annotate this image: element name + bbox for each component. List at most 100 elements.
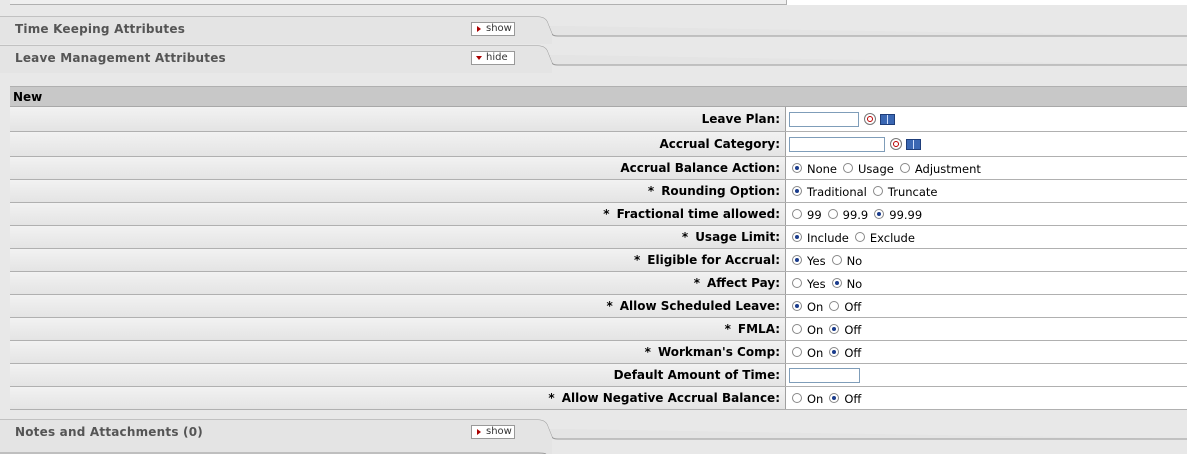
radio-option[interactable]: None [792, 160, 837, 176]
default-amount-input[interactable] [789, 367, 860, 383]
radio-option[interactable]: Off [829, 321, 861, 337]
radio-button[interactable] [792, 347, 802, 357]
label-text: Usage Limit: [695, 230, 780, 244]
radio-label: Off [844, 392, 862, 406]
label-text: Eligible for Accrual: [647, 253, 780, 267]
radio-label: Off [844, 323, 862, 337]
radio-option[interactable]: On [792, 321, 823, 337]
radio-option[interactable]: Adjustment [899, 160, 981, 176]
radio-button[interactable] [899, 163, 910, 173]
row-rounding-option: * Rounding Option: Traditional Truncate [10, 180, 1187, 203]
radio-button[interactable] [829, 347, 840, 357]
radio-label: None [807, 162, 838, 176]
radio-label: On [807, 346, 824, 360]
row-usage-limit: * Usage Limit: Include Exclude [10, 226, 1187, 249]
radio-button[interactable] [792, 278, 802, 288]
radio-button[interactable] [792, 255, 802, 265]
leave-plan-input[interactable] [789, 111, 859, 127]
workmans-comp-options: On Off [786, 341, 1187, 363]
radio-label: 99.99 [889, 208, 923, 222]
radio-option[interactable]: Yes [792, 275, 826, 291]
label-text: Rounding Option: [661, 184, 780, 198]
row-default-amount-of-time: Default Amount of Time: [10, 364, 1187, 387]
radio-button[interactable] [829, 301, 840, 311]
radio-button[interactable] [792, 209, 802, 219]
radio-button[interactable] [831, 278, 842, 288]
allow-scheduled-leave-options: On Off [786, 295, 1187, 317]
affect-pay-options: Yes No [786, 272, 1187, 294]
radio-button[interactable] [792, 324, 802, 334]
fractional-time-options: 99 99.9 99.99 [786, 203, 1187, 225]
radio-button[interactable] [854, 232, 865, 242]
radio-option[interactable]: Exclude [854, 229, 915, 245]
radio-button[interactable] [792, 163, 802, 173]
required-marker: * [634, 253, 641, 267]
allow-negative-label: * Allow Negative Accrual Balance: [10, 387, 786, 409]
row-workmans-comp: * Workman's Comp: On Off [10, 341, 1187, 364]
radio-label: Truncate [887, 185, 938, 199]
radio-option[interactable]: Include [792, 229, 849, 245]
show-button[interactable]: show [471, 22, 515, 36]
leave-plan-label: Leave Plan: [10, 107, 786, 131]
label-text: Allow Scheduled Leave: [619, 299, 780, 313]
show-button[interactable]: show [471, 425, 515, 439]
radio-label: Off [844, 346, 862, 360]
row-leave-plan: Leave Plan: [10, 107, 1187, 132]
radio-button[interactable] [827, 209, 838, 219]
fractional-time-label: * Fractional time allowed: [10, 203, 786, 225]
radio-button[interactable] [792, 393, 802, 403]
radio-option[interactable]: 99 [792, 206, 822, 222]
radio-label: No [846, 254, 863, 268]
radio-option[interactable]: Off [829, 344, 861, 360]
radio-button[interactable] [874, 209, 885, 219]
radio-option[interactable]: Off [829, 390, 861, 406]
search-icon[interactable] [890, 138, 902, 150]
radio-button[interactable] [829, 393, 840, 403]
row-fractional-time: * Fractional time allowed: 99 99.9 99.99 [10, 203, 1187, 226]
radio-option[interactable]: Off [829, 298, 861, 314]
radio-label: 99.9 [842, 208, 869, 222]
row-affect-pay: * Affect Pay: Yes No [10, 272, 1187, 295]
search-icon[interactable] [864, 113, 876, 125]
leave-management-section: New Leave Plan: Accrual Category: Accrua… [10, 86, 1187, 410]
radio-option[interactable]: No [831, 275, 862, 291]
tab-title: Leave Management Attributes [15, 51, 226, 65]
label-text: Accrual Category: [659, 137, 780, 151]
radio-option[interactable]: 99.99 [874, 206, 922, 222]
radio-option[interactable]: Yes [792, 252, 826, 268]
arrow-right-icon [477, 429, 481, 435]
radio-button[interactable] [792, 301, 802, 311]
eligible-for-accrual-options: Yes No [786, 249, 1187, 271]
radio-button[interactable] [843, 163, 854, 173]
label-text: Leave Plan: [701, 112, 780, 126]
radio-option[interactable]: On [792, 344, 823, 360]
accrual-category-input[interactable] [789, 136, 885, 152]
book-icon[interactable] [880, 113, 895, 125]
radio-option[interactable]: Usage [843, 160, 894, 176]
radio-button[interactable] [829, 324, 840, 334]
tab-notes-and-attachments: Notes and Attachments (0) show [0, 419, 1187, 454]
radio-label: Adjustment [914, 162, 981, 176]
radio-label: Exclude [869, 231, 915, 245]
radio-option[interactable]: On [792, 390, 823, 406]
radio-button[interactable] [831, 255, 842, 265]
radio-button[interactable] [792, 232, 802, 242]
radio-option[interactable]: 99.9 [827, 206, 869, 222]
radio-option[interactable]: No [831, 252, 863, 268]
required-marker: * [724, 322, 731, 336]
radio-button[interactable] [872, 186, 883, 196]
hide-button-label: hide [486, 52, 508, 63]
book-icon[interactable] [906, 138, 921, 150]
show-button-label: show [486, 23, 512, 34]
allow-scheduled-leave-label: * Allow Scheduled Leave: [10, 295, 786, 317]
affect-pay-label: * Affect Pay: [10, 272, 786, 294]
radio-option[interactable]: On [792, 298, 823, 314]
accrual-balance-action-label: Accrual Balance Action: [10, 157, 786, 179]
radio-option[interactable]: Traditional [792, 183, 867, 199]
radio-option[interactable]: Truncate [872, 183, 938, 199]
hide-button[interactable]: hide [471, 51, 515, 65]
radio-button[interactable] [792, 186, 802, 196]
label-text: Fractional time allowed: [616, 207, 780, 221]
required-marker: * [606, 299, 613, 313]
row-allow-scheduled-leave: * Allow Scheduled Leave: On Off [10, 295, 1187, 318]
